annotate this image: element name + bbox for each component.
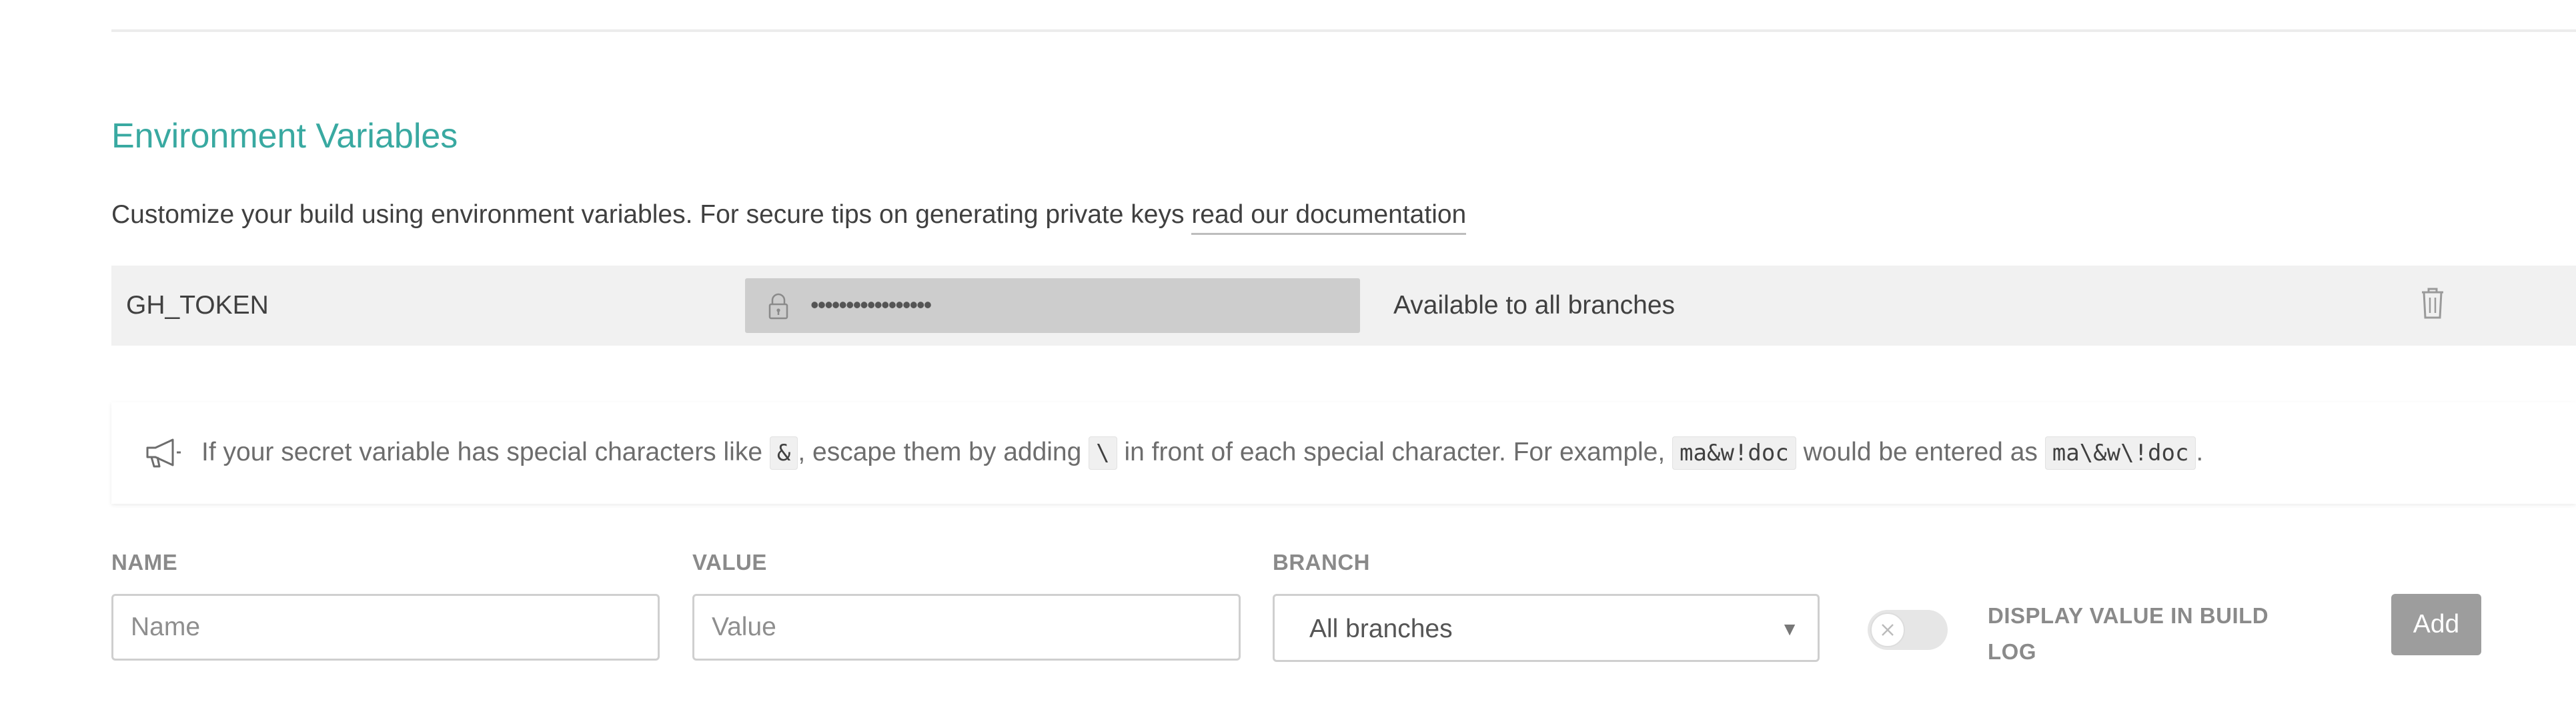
notice-text-part: .	[2196, 438, 2204, 466]
description-text: Customize your build using environment v…	[111, 200, 1192, 229]
notice-text-part: would be entered as	[1796, 438, 2045, 466]
masked-value: •••••••••••••••••	[810, 291, 932, 318]
documentation-link[interactable]: read our documentation	[1191, 200, 1467, 235]
value-input[interactable]	[692, 594, 1241, 661]
name-input[interactable]	[111, 594, 660, 661]
lock-icon	[768, 293, 788, 320]
name-label: NAME	[111, 550, 178, 575]
add-button[interactable]: Add	[2391, 594, 2481, 655]
chevron-down-icon: ▼	[1780, 619, 1799, 639]
code-backslash: \	[1089, 436, 1117, 470]
notice-text-part: If your secret variable has special char…	[201, 438, 770, 466]
value-label: VALUE	[692, 550, 767, 575]
code-example-raw: ma&w!doc	[1672, 436, 1796, 470]
display-value-toggle[interactable]	[1868, 610, 1948, 650]
env-var-branch: Available to all branches	[1393, 291, 1676, 320]
trash-icon[interactable]	[2414, 283, 2451, 323]
close-icon	[1882, 624, 1894, 636]
section-divider	[111, 29, 2576, 32]
megaphone-icon	[146, 438, 181, 468]
env-vars-page: Environment Variables Customize your bui…	[0, 0, 2576, 722]
env-var-row: GH_TOKEN ••••••••••••••••• Available to …	[111, 266, 2576, 346]
branch-select[interactable]: All branches ▼	[1273, 594, 1820, 662]
code-ampersand: &	[769, 436, 798, 470]
notice-text-part: in front of each special character. For …	[1117, 438, 1673, 466]
display-value-label: DISPLAY VALUE IN BUILD LOG	[1988, 603, 2269, 665]
env-var-value: •••••••••••••••••	[745, 278, 1360, 333]
env-var-name: GH_TOKEN	[126, 291, 269, 320]
notice-text-part: , escape them by adding	[798, 438, 1089, 466]
notice-text: If your secret variable has special char…	[201, 436, 2204, 470]
section-title: Environment Variables	[111, 117, 458, 155]
toggle-knob	[1870, 613, 1905, 647]
section-description: Customize your build using environment v…	[111, 200, 1467, 235]
code-example-escaped: ma\&w\!doc	[2044, 436, 2196, 470]
special-characters-notice: If your secret variable has special char…	[111, 402, 2576, 504]
branch-label: BRANCH	[1273, 550, 1370, 575]
branch-selected-value: All branches	[1309, 615, 1453, 643]
